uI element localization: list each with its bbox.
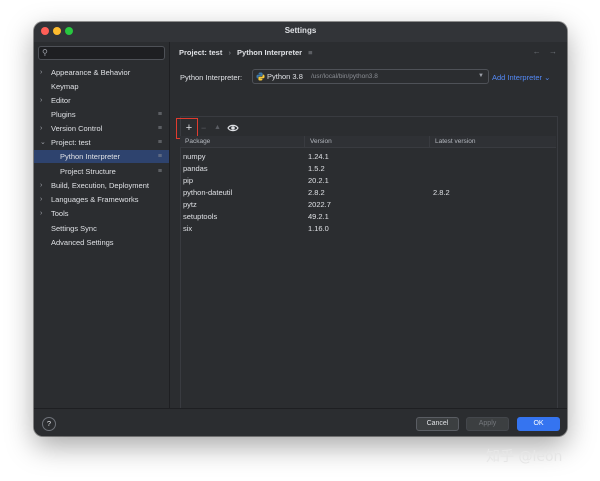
breadcrumb-separator: › — [228, 48, 231, 57]
back-arrow-icon[interactable]: ← — [533, 47, 541, 56]
package-version: 49.2.1 — [308, 212, 329, 221]
interpreter-label: Python Interpreter: — [180, 73, 243, 82]
package-name: pip — [183, 176, 194, 185]
sidebar-item-label: Version Control — [51, 124, 103, 133]
packages-toolbar: + − ▲ — [176, 118, 259, 139]
table-header: Package Version Latest version — [180, 136, 556, 148]
package-version: 1.24.1 — [308, 152, 329, 161]
column-header-package[interactable]: Package — [180, 136, 305, 147]
column-header-version[interactable]: Version — [305, 136, 430, 147]
help-button[interactable]: ? — [42, 417, 56, 431]
settings-content: Project: test › Python Interpreter ≡ ← →… — [170, 42, 567, 422]
python-icon — [256, 72, 265, 81]
sidebar-item-settings-sync[interactable]: Settings Sync — [34, 222, 169, 235]
sidebar-item-tools[interactable]: › Tools — [34, 207, 169, 220]
search-input[interactable]: ⚲ — [38, 46, 165, 60]
sidebar-item-appearance-behavior[interactable]: › Appearance & Behavior — [34, 66, 169, 79]
interpreter-path: /usr/local/bin/python3.8 — [311, 73, 378, 80]
package-name: numpy — [183, 152, 206, 161]
chevron-right-icon: › — [40, 69, 43, 76]
sidebar-item-label: Languages & Frameworks — [51, 195, 139, 204]
sidebar-item-label: Settings Sync — [51, 224, 97, 233]
breadcrumb: Project: test › Python Interpreter ≡ — [179, 48, 317, 57]
sidebar-item-editor[interactable]: › Editor — [34, 94, 169, 107]
sidebar-item-keymap[interactable]: Keymap — [34, 80, 169, 93]
upgrade-package-button[interactable]: ▲ — [214, 121, 221, 135]
sidebar-item-label: Keymap — [51, 82, 79, 91]
search-icon: ⚲ — [42, 48, 48, 57]
interpreter-select[interactable]: Python 3.8 /usr/local/bin/python3.8 ▼ — [252, 69, 489, 84]
add-interpreter-label: Add Interpreter — [492, 73, 543, 82]
sidebar-item-project-test[interactable]: ⌄ Project: test ≡ — [34, 136, 169, 149]
watermark: 知乎 @leon — [486, 449, 563, 465]
package-version: 1.16.0 — [308, 224, 329, 233]
project-level-icon: ≡ — [157, 168, 162, 175]
window-title: Settings — [284, 26, 317, 35]
ok-button[interactable]: OK — [517, 417, 560, 431]
sidebar-item-label: Build, Execution, Deployment — [51, 181, 149, 190]
project-level-icon: ≡ — [157, 125, 162, 132]
history-navigation: ← → — [533, 47, 557, 56]
chevron-right-icon: › — [40, 125, 43, 132]
sidebar-item-project-structure[interactable]: Project Structure ≡ — [34, 165, 169, 178]
table-row[interactable]: numpy 1.24.1 — [180, 151, 556, 163]
cancel-button[interactable]: Cancel — [416, 417, 459, 431]
sidebar-item-label: Appearance & Behavior — [51, 68, 131, 77]
project-level-icon: ≡ — [157, 111, 162, 118]
package-version: 2.8.2 — [308, 188, 325, 197]
package-name: pytz — [183, 200, 197, 209]
sidebar-item-label: Editor — [51, 96, 71, 105]
column-header-latest-version[interactable]: Latest version — [430, 136, 556, 147]
sidebar-item-label: Python Interpreter — [60, 152, 121, 161]
add-interpreter-link[interactable]: Add Interpreter ⌄ — [492, 73, 550, 82]
chevron-down-icon: ⌄ — [544, 73, 551, 82]
uninstall-package-button[interactable]: − — [201, 121, 206, 135]
sidebar-item-label: Tools — [51, 209, 69, 218]
dropdown-arrow-icon: ▼ — [478, 73, 484, 79]
package-version: 1.5.2 — [308, 164, 325, 173]
chevron-down-icon: ⌄ — [40, 139, 46, 146]
sidebar-item-label: Plugins — [51, 110, 76, 119]
sidebar-item-python-interpreter[interactable]: Python Interpreter ≡ — [34, 150, 169, 163]
breadcrumb-current: Python Interpreter — [237, 48, 303, 57]
package-name: setuptools — [183, 212, 218, 221]
project-level-icon: ≡ — [157, 153, 162, 160]
apply-button[interactable]: Apply — [466, 417, 509, 431]
table-row[interactable]: pip 20.2.1 — [180, 175, 556, 187]
chevron-right-icon: › — [40, 196, 43, 203]
breadcrumb-parent[interactable]: Project: test — [179, 48, 222, 57]
table-row[interactable]: setuptools 49.2.1 — [180, 211, 556, 223]
sidebar-item-label: Advanced Settings — [51, 238, 114, 247]
chevron-right-icon: › — [40, 210, 43, 217]
settings-sidebar: ⚲ › Appearance & Behavior Keymap › Edito… — [34, 42, 170, 408]
chevron-right-icon: › — [40, 182, 43, 189]
forward-arrow-icon[interactable]: → — [549, 47, 557, 56]
project-level-icon: ≡ — [157, 139, 162, 146]
package-latest-version: 2.8.2 — [433, 188, 450, 197]
package-version: 2022.7 — [308, 200, 331, 209]
chevron-right-icon: › — [40, 97, 43, 104]
package-name: python-dateutil — [183, 188, 233, 197]
sidebar-item-advanced-settings[interactable]: Advanced Settings — [34, 236, 169, 249]
package-version: 20.2.1 — [308, 176, 329, 185]
sidebar-item-build-execution-deployment[interactable]: › Build, Execution, Deployment — [34, 179, 169, 192]
table-row[interactable]: six 1.16.0 — [180, 223, 556, 235]
sidebar-item-label: Project Structure — [60, 167, 116, 176]
sidebar-item-version-control[interactable]: › Version Control ≡ — [34, 122, 169, 135]
interpreter-name: Python 3.8 — [267, 72, 303, 81]
table-row[interactable]: pytz 2022.7 — [180, 199, 556, 211]
eye-icon[interactable] — [227, 122, 239, 134]
table-row[interactable]: pandas 1.5.2 — [180, 163, 556, 175]
sidebar-item-plugins[interactable]: Plugins ≡ — [34, 108, 169, 121]
dialog-footer: ? Cancel Apply OK — [34, 408, 567, 436]
sidebar-item-label: Project: test — [51, 138, 91, 147]
title-bar: Settings — [34, 22, 567, 42]
table-row[interactable]: python-dateutil 2.8.2 2.8.2 — [180, 187, 556, 199]
sidebar-item-languages-frameworks[interactable]: › Languages & Frameworks — [34, 193, 169, 206]
package-name: six — [183, 224, 193, 233]
project-level-icon: ≡ — [308, 48, 313, 57]
package-name: pandas — [183, 164, 208, 173]
settings-window: Settings ⚲ › Appearance & Behavior Keyma… — [34, 22, 567, 436]
